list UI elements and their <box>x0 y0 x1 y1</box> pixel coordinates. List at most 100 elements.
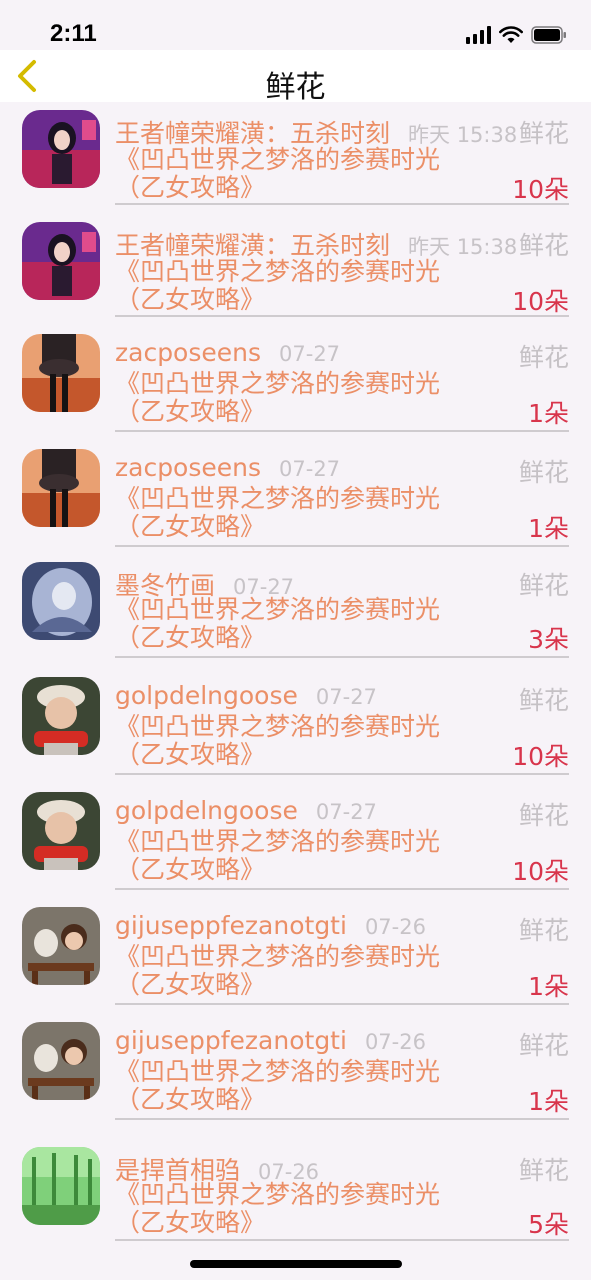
user-avatar[interactable] <box>22 907 100 985</box>
item-header: zacposeens 07-27 <box>115 453 340 487</box>
user-avatar[interactable] <box>22 792 100 870</box>
user-avatar[interactable] <box>22 1022 100 1100</box>
book-title-line: （乙女攻略》 <box>115 1208 266 1237</box>
item-header: gijuseppfezanotgti 07-26 <box>115 1026 426 1060</box>
book-title[interactable]: 《凹凸世界之梦洛的参赛时光 （乙女攻略》 <box>115 828 515 884</box>
item-date: 07-27 <box>315 800 377 824</box>
list-item[interactable]: 墨冬竹画 07-27 鲜花 《凹凸世界之梦洛的参赛时光 （乙女攻略》 3朵 <box>0 556 591 669</box>
item-header: gijuseppfezanotgti 07-26 <box>115 911 426 945</box>
gift-type: 鲜花 <box>518 571 569 600</box>
home-indicator[interactable] <box>190 1260 402 1268</box>
item-header: 王者幢荣耀潢：五杀时刻 昨天 15:38 <box>115 114 517 148</box>
user-name[interactable]: golpdelngoose <box>115 796 298 825</box>
book-title-line: 《凹凸世界之梦洛的参赛时光 <box>115 257 441 286</box>
flower-count: 1朵 <box>528 514 569 543</box>
user-avatar[interactable] <box>22 1147 100 1225</box>
book-title[interactable]: 《凹凸世界之梦洛的参赛时光 （乙女攻略》 <box>115 370 515 426</box>
divider <box>115 1003 569 1005</box>
book-title[interactable]: 《凹凸世界之梦洛的参赛时光 （乙女攻略》 <box>115 258 515 314</box>
gift-type: 鲜花 <box>518 231 569 260</box>
divider <box>115 773 569 775</box>
book-title-line: 《凹凸世界之梦洛的参赛时光 <box>115 712 441 741</box>
gift-type: 鲜花 <box>518 1031 569 1060</box>
item-date: 07-27 <box>279 342 341 366</box>
user-name[interactable]: zacposeens <box>115 453 261 482</box>
book-title[interactable]: 《凹凸世界之梦洛的参赛时光 （乙女攻略》 <box>115 943 515 999</box>
item-date: 07-27 <box>279 457 341 481</box>
flower-count: 10朵 <box>512 857 569 886</box>
book-title-line: 《凹凸世界之梦洛的参赛时光 <box>115 369 441 398</box>
user-avatar[interactable] <box>22 334 100 412</box>
list-item[interactable]: gijuseppfezanotgti 07-26 鲜花 《凹凸世界之梦洛的参赛时… <box>0 899 591 1014</box>
user-avatar[interactable] <box>22 677 100 755</box>
book-title-line: 《凹凸世界之梦洛的参赛时光 <box>115 1180 441 1209</box>
book-title-line: （乙女攻略》 <box>115 173 266 202</box>
item-date: 07-26 <box>364 1030 426 1054</box>
status-icons <box>466 24 567 46</box>
list-item[interactable]: zacposeens 07-27 鲜花 《凹凸世界之梦洛的参赛时光 （乙女攻略》… <box>0 326 591 441</box>
list-item[interactable]: zacposeens 07-27 鲜花 《凹凸世界之梦洛的参赛时光 （乙女攻略》… <box>0 441 591 556</box>
book-title[interactable]: 《凹凸世界之梦洛的参赛时光 （乙女攻略》 <box>115 146 515 202</box>
page-title: 鲜花 <box>265 70 326 105</box>
divider <box>115 656 569 658</box>
book-title[interactable]: 《凹凸世界之梦洛的参赛时光 （乙女攻略》 <box>115 1058 515 1114</box>
gift-type: 鲜花 <box>518 119 569 148</box>
user-name[interactable]: golpdelngoose <box>115 681 298 710</box>
list-item[interactable]: golpdelngoose 07-27 鲜花 《凹凸世界之梦洛的参赛时光 （乙女… <box>0 784 591 899</box>
cellular-signal-icon <box>466 26 491 44</box>
gift-type: 鲜花 <box>518 686 569 715</box>
item-header: 王者幢荣耀潢：五杀时刻 昨天 15:38 <box>115 226 517 260</box>
gift-record-list: 王者幢荣耀潢：五杀时刻 昨天 15:38 鲜花 《凹凸世界之梦洛的参赛时光 （乙… <box>0 102 591 1244</box>
book-title[interactable]: 《凹凸世界之梦洛的参赛时光 （乙女攻略》 <box>115 596 515 652</box>
book-title[interactable]: 《凹凸世界之梦洛的参赛时光 （乙女攻略》 <box>115 713 515 769</box>
flower-count: 1朵 <box>528 972 569 1001</box>
book-title-line: （乙女攻略》 <box>115 740 266 769</box>
user-name[interactable]: zacposeens <box>115 338 261 367</box>
flower-count: 3朵 <box>528 625 569 654</box>
book-title[interactable]: 《凹凸世界之梦洛的参赛时光 （乙女攻略》 <box>115 485 515 541</box>
book-title-line: （乙女攻略》 <box>115 1085 266 1114</box>
book-title-line: （乙女攻略》 <box>115 512 266 541</box>
list-item[interactable]: 王者幢荣耀潢：五杀时刻 昨天 15:38 鲜花 《凹凸世界之梦洛的参赛时光 （乙… <box>0 102 591 214</box>
flower-count: 1朵 <box>528 399 569 428</box>
user-avatar[interactable] <box>22 222 100 300</box>
flower-count: 10朵 <box>512 175 569 204</box>
status-time: 2:11 <box>50 20 97 47</box>
book-title[interactable]: 《凹凸世界之梦洛的参赛时光 （乙女攻略》 <box>115 1181 515 1237</box>
list-item[interactable]: 是捍首相驺 07-26 鲜花 《凹凸世界之梦洛的参赛时光 （乙女攻略》 5朵 <box>0 1129 591 1244</box>
battery-icon <box>531 26 566 44</box>
book-title-line: （乙女攻略》 <box>115 397 266 426</box>
book-title-line: （乙女攻略》 <box>115 623 266 652</box>
user-name[interactable]: gijuseppfezanotgti <box>115 1026 347 1055</box>
wifi-icon <box>499 26 523 43</box>
item-date: 07-27 <box>315 685 377 709</box>
list-item[interactable]: gijuseppfezanotgti 07-26 鲜花 《凹凸世界之梦洛的参赛时… <box>0 1014 591 1129</box>
divider <box>115 888 569 890</box>
divider <box>115 545 569 547</box>
gift-type: 鲜花 <box>518 916 569 945</box>
item-header: golpdelngoose 07-27 <box>115 796 377 830</box>
book-title-line: （乙女攻略》 <box>115 285 266 314</box>
book-title-line: 《凹凸世界之梦洛的参赛时光 <box>115 942 441 971</box>
flower-count: 1朵 <box>528 1087 569 1116</box>
gift-type: 鲜花 <box>518 1156 569 1185</box>
user-avatar[interactable] <box>22 449 100 527</box>
book-title-line: 《凹凸世界之梦洛的参赛时光 <box>115 145 441 174</box>
navigation-bar: 鲜花 <box>0 50 591 105</box>
divider <box>115 315 569 317</box>
item-date: 07-26 <box>364 915 426 939</box>
gift-type: 鲜花 <box>518 343 569 372</box>
flower-count: 10朵 <box>512 287 569 316</box>
user-name[interactable]: gijuseppfezanotgti <box>115 911 347 940</box>
flower-count: 5朵 <box>528 1210 569 1239</box>
gift-type: 鲜花 <box>518 801 569 830</box>
book-title-line: （乙女攻略》 <box>115 970 266 999</box>
divider <box>115 1118 569 1120</box>
list-item[interactable]: golpdelngoose 07-27 鲜花 《凹凸世界之梦洛的参赛时光 （乙女… <box>0 669 591 784</box>
user-avatar[interactable] <box>22 110 100 188</box>
book-title-line: 《凹凸世界之梦洛的参赛时光 <box>115 1057 441 1086</box>
user-avatar[interactable] <box>22 562 100 640</box>
status-bar: 2:11 <box>0 0 591 50</box>
list-item[interactable]: 王者幢荣耀潢：五杀时刻 昨天 15:38 鲜花 《凹凸世界之梦洛的参赛时光 （乙… <box>0 214 591 326</box>
book-title-line: 《凹凸世界之梦洛的参赛时光 <box>115 827 441 856</box>
